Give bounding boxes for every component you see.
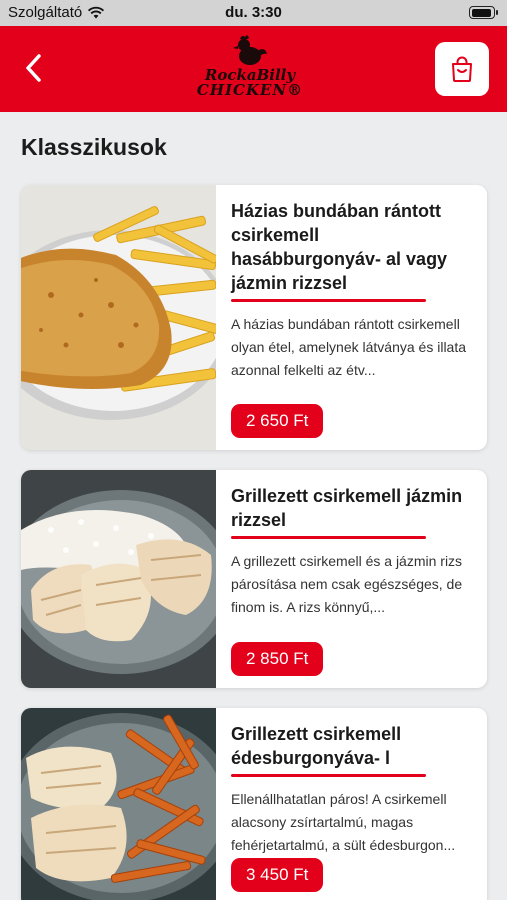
title-underline [231, 536, 426, 539]
price-badge[interactable]: 2 850 Ft [231, 642, 324, 676]
product-body: Házias bundában rántott csirkemell hasáb… [231, 199, 473, 382]
product-card[interactable]: Házias bundában rántott csirkemell hasáb… [21, 185, 487, 450]
product-body: Grillezett csirkemell jázmin rizzsel A g… [231, 484, 473, 619]
brand-logo: RockaBilly CHICKEN® [190, 34, 310, 106]
cart-button[interactable] [435, 42, 489, 96]
product-title: Grillezett csirkemell édesburgonyáva- l [231, 724, 402, 768]
price-badge[interactable]: 3 450 Ft [231, 858, 324, 892]
product-image [21, 185, 216, 450]
product-card[interactable]: Grillezett csirkemell jázmin rizzsel A g… [21, 470, 487, 688]
shopping-bag-icon [452, 56, 472, 82]
chevron-left-icon [26, 54, 41, 82]
section-title: Klasszikusok [21, 134, 167, 160]
product-description: A grillezett csirkemell és a jázmin rizs… [231, 553, 463, 615]
product-description: Ellenállhatatlan páros! A csirkemell ala… [231, 791, 456, 853]
title-underline [231, 774, 426, 777]
product-title: Grillezett csirkemell jázmin rizzsel [231, 486, 463, 530]
app-header: RockaBilly CHICKEN® [0, 26, 507, 112]
battery-icon [469, 6, 498, 19]
product-image [21, 470, 216, 688]
product-card[interactable]: Grillezett csirkemell édesburgonyáva- l … [21, 708, 487, 900]
status-time: du. 3:30 [225, 4, 282, 21]
logo-text-line2: CHICKEN® [196, 81, 304, 99]
back-button[interactable] [16, 50, 52, 86]
product-description: A házias bundában rántott csirkemell oly… [231, 316, 467, 378]
price-badge[interactable]: 2 650 Ft [231, 404, 324, 438]
title-underline [231, 299, 426, 302]
product-image [21, 708, 216, 900]
product-body: Grillezett csirkemell édesburgonyáva- l … [231, 722, 473, 857]
product-title: Házias bundában rántott csirkemell hasáb… [231, 201, 448, 293]
chicken-mascot-icon [233, 35, 267, 65]
status-bar: Szolgáltató du. 3:30 [0, 0, 507, 26]
